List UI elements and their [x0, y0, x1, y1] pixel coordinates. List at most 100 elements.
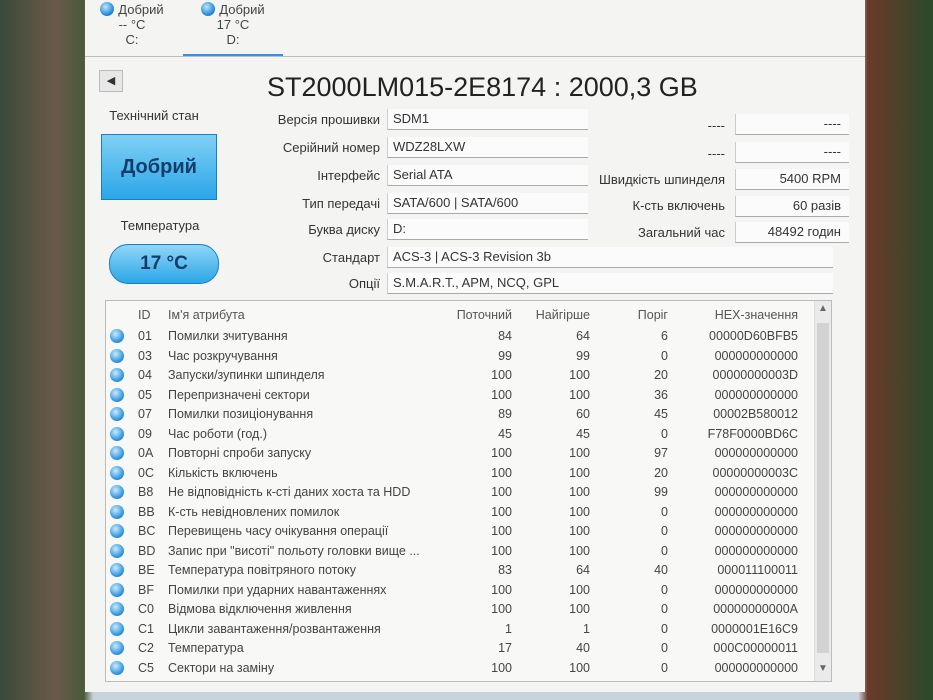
- cell-name: Сектори на заміну: [168, 660, 275, 675]
- table-row[interactable]: B8 Не відповідність к-сті даних хоста та …: [106, 483, 816, 502]
- cell-th: 0: [661, 426, 668, 441]
- cell-cur: 100: [491, 368, 512, 382]
- table-row[interactable]: BC Перевищень часу очікування операції 100…: [106, 522, 816, 541]
- status-dot-icon: [110, 602, 124, 616]
- unused-label: ----: [707, 118, 725, 133]
- col-id[interactable]: ID: [138, 306, 151, 325]
- table-row[interactable]: BE Температура повітряного потоку 83 64 40 00…: [106, 561, 816, 580]
- status-dot-icon: [110, 543, 124, 558]
- status-dot-icon: [110, 524, 124, 538]
- col-current[interactable]: Поточний: [456, 306, 512, 325]
- transfer-mode-label: Тип передачі: [302, 196, 380, 211]
- col-name[interactable]: Ім'я атрибута: [168, 306, 468, 325]
- table-row[interactable]: 0A Повторні спроби запуску 100 100 97 0000000…: [106, 444, 816, 463]
- crystaldiskinfo-window: Добрий -- °C C: Добрий 17 °C D: ◀ ST2000…: [85, 0, 865, 692]
- cell-name: Запуски/зупинки шпинделя: [168, 368, 325, 382]
- unused-label: ----: [707, 146, 725, 161]
- cell-name: Час розкручування: [168, 348, 278, 363]
- cell-id: 03: [138, 348, 152, 363]
- rotation-rate-value: 5400 RPM: [735, 169, 849, 190]
- cell-cur: 100: [491, 387, 512, 402]
- cell-th: 0: [661, 602, 668, 616]
- cell-worst: 100: [569, 582, 590, 597]
- table-scrollbar[interactable]: ▲ ▼: [814, 301, 831, 681]
- cell-th: 0: [661, 660, 668, 675]
- cell-id: B8: [138, 485, 154, 499]
- health-status-badge[interactable]: Добрий: [101, 134, 217, 200]
- col-threshold[interactable]: Поріг: [606, 306, 668, 325]
- table-row[interactable]: 07 Помилки позиціонування 89 60 45 00002B5800…: [106, 405, 816, 424]
- status-dot-icon: [100, 2, 115, 16]
- scroll-down-icon[interactable]: ▼: [815, 663, 831, 679]
- cell-name: Час роботи (год.): [168, 426, 267, 441]
- cell-hex: 000000000000: [714, 504, 798, 519]
- cell-worst: 100: [569, 387, 590, 402]
- cell-hex: 00000000000A: [713, 602, 798, 616]
- cell-id: BE: [138, 563, 155, 577]
- table-row[interactable]: C2 Температура 17 40 0 000C00000011: [106, 639, 816, 658]
- col-hex[interactable]: HEX-значення: [686, 306, 798, 325]
- col-worst[interactable]: Найгірше: [526, 306, 590, 325]
- drive-letter: D:: [226, 32, 240, 47]
- rotation-rate-label: Швидкість шпинделя: [598, 172, 725, 187]
- cell-id: 01: [138, 329, 152, 343]
- temperature-label: Температура: [120, 218, 200, 233]
- table-row[interactable]: 09 Час роботи (год.) 45 45 0 F78F0000BD6C: [106, 425, 816, 444]
- table-row[interactable]: 01 Помилки зчитування 84 64 6 00000D60BFB5: [106, 327, 816, 346]
- cell-name: Не відповідність к-сті даних хоста та HD…: [168, 485, 411, 499]
- drive-title: ST2000LM015-2E8174 : 2000,3 GB: [267, 72, 698, 102]
- cell-hex: 000011100011: [717, 563, 798, 577]
- table-row[interactable]: BB К-сть невідновлених помилок 100 100 0 0000…: [106, 503, 816, 522]
- interface-label: Інтерфейс: [317, 168, 380, 183]
- scroll-up-icon[interactable]: ▲: [815, 303, 831, 319]
- unused-value: ----: [735, 142, 849, 163]
- status-dot-icon: [201, 2, 216, 16]
- standard-label: Стандарт: [322, 250, 380, 265]
- drive-tab-c[interactable]: Добрий -- °C C:: [87, 2, 177, 47]
- table-row[interactable]: BD Запис при "висоті" польоту головки вищ…: [106, 542, 816, 561]
- table-row[interactable]: C1 Цикли завантаження/розвантаження 1 1 0 000…: [106, 620, 816, 639]
- table-row[interactable]: 03 Час розкручування 99 99 0 000000000000: [106, 347, 816, 366]
- cell-worst: 99: [576, 348, 590, 363]
- serial-value: WDZ28LXW: [387, 137, 588, 158]
- cell-name: Помилки при ударних навантаженнях: [168, 582, 387, 597]
- cell-id: BF: [138, 582, 154, 597]
- drive-status: Добрий: [219, 2, 265, 17]
- cell-id: C0: [138, 602, 154, 616]
- cell-name: К-сть невідновлених помилок: [168, 504, 340, 519]
- cell-id: BB: [138, 504, 155, 519]
- cell-id: C1: [138, 621, 154, 636]
- status-dot-icon: [110, 329, 124, 343]
- cell-worst: 100: [569, 368, 590, 382]
- cell-hex: 00000000003C: [712, 465, 799, 480]
- cell-cur: 17: [498, 641, 512, 655]
- table-row[interactable]: 05 Перепризначені сектори 100 100 36 00000000…: [106, 386, 816, 405]
- cell-th: 0: [661, 348, 668, 363]
- cell-cur: 100: [491, 485, 512, 499]
- temperature-badge: 17 °C: [109, 244, 219, 284]
- cell-hex: 000000000000: [714, 543, 798, 558]
- cell-worst: 45: [576, 426, 590, 441]
- table-row[interactable]: C0 Відмова відключення живлення 100 100 0 000…: [106, 600, 816, 619]
- previous-drive-button[interactable]: ◀: [99, 70, 123, 92]
- cell-cur: 45: [498, 426, 512, 441]
- drive-temp: -- °C: [118, 17, 146, 32]
- drive-letter-label: Буква диску: [308, 222, 380, 237]
- table-row[interactable]: 0C Кількість включень 100 100 20 00000000003C: [106, 464, 816, 483]
- status-dot-icon: [110, 621, 124, 636]
- cell-hex: 000000000000: [714, 582, 798, 597]
- cell-th: 36: [654, 387, 668, 402]
- cell-cur: 100: [491, 446, 512, 460]
- table-row[interactable]: 04 Запуски/зупинки шпинделя 100 100 20 000000…: [106, 366, 816, 385]
- firmware-label: Версія прошивки: [277, 112, 380, 127]
- table-row[interactable]: BF Помилки при ударних навантаженнях 100 10…: [106, 581, 816, 600]
- drive-tab-d[interactable]: Добрий 17 °C D:: [183, 2, 283, 56]
- scrollbar-thumb[interactable]: [817, 323, 829, 653]
- cell-name: Помилки зчитування: [168, 329, 288, 343]
- table-row[interactable]: C5 Сектори на заміну 100 100 0 000000000000: [106, 659, 816, 678]
- cell-id: C2: [138, 641, 154, 655]
- cell-name: Кількість включень: [168, 465, 278, 480]
- status-dot-icon: [110, 465, 124, 480]
- drive-tabs: Добрий -- °C C: Добрий 17 °C D:: [85, 0, 865, 57]
- drive-letter: C:: [125, 32, 139, 47]
